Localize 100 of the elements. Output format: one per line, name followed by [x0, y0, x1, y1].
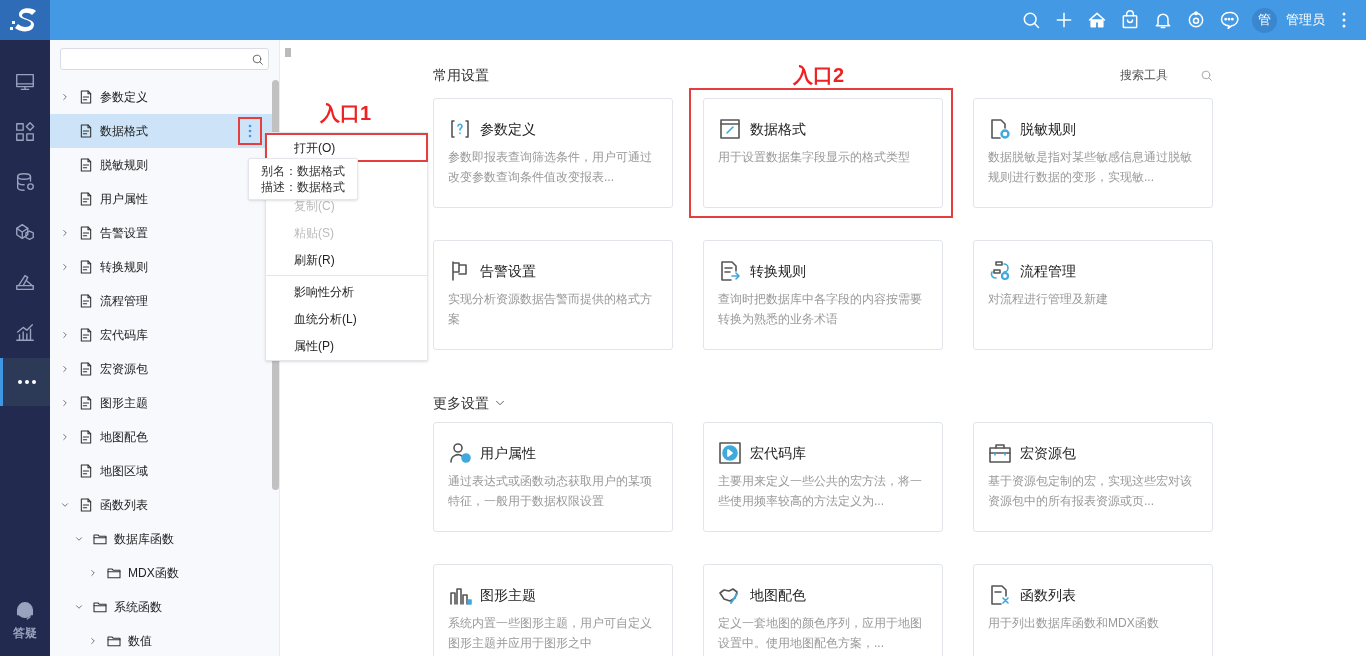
settings-card[interactable]: 用户属性 通过表达式或函数动态获取用户的某项特征，一般用于数据权限设置 [433, 422, 673, 532]
tree-item[interactable]: 数据格式 [50, 114, 272, 148]
card-title: 脱敏规则 [1020, 119, 1076, 139]
card-title: 地图配色 [750, 585, 806, 605]
chevron-down-icon[interactable] [74, 602, 84, 612]
card-title: 参数定义 [480, 119, 536, 139]
menu-item[interactable]: 影响性分析 [266, 278, 427, 305]
card-title: 宏资源包 [1020, 443, 1076, 463]
card-title: 用户属性 [480, 443, 536, 463]
tree-item[interactable]: 用户属性 [50, 182, 230, 216]
orbit-icon[interactable] [1186, 10, 1206, 30]
document-icon [78, 191, 94, 207]
function-document-icon [988, 583, 1012, 607]
tree-item[interactable]: 流程管理 [50, 284, 230, 318]
help-button[interactable]: 答疑 [0, 600, 50, 656]
tree-item[interactable]: 地图配色 [50, 420, 230, 454]
chevron-down-icon[interactable] [60, 500, 70, 510]
chevron-right-icon[interactable] [88, 636, 98, 646]
tree-item[interactable]: 数据库函数 [50, 522, 230, 556]
menu-item[interactable]: 刷新(R) [266, 246, 427, 273]
tooltip-text: 别名：数据格式 [261, 163, 345, 179]
item-more-button[interactable] [240, 119, 260, 143]
chevron-right-icon[interactable] [60, 398, 70, 408]
tree-item[interactable]: 转换规则 [50, 250, 230, 284]
settings-card[interactable]: 地图配色 定义一套地图的颜色序列，应用于地图设置中。使用地图配色方案，... [703, 564, 943, 656]
card-description: 用于列出数据库函数和MDX函数 [988, 615, 1160, 632]
chat-icon[interactable] [1219, 10, 1239, 30]
folder-icon [106, 565, 122, 581]
settings-card[interactable]: 函数列表 用于列出数据库函数和MDX函数 [973, 564, 1213, 656]
tree-item[interactable]: 图形主题 [50, 386, 230, 420]
settings-card[interactable]: 流程管理 对流程进行管理及新建 [973, 240, 1213, 350]
folder-icon [92, 531, 108, 547]
tiles-icon [14, 121, 36, 143]
document-icon [78, 463, 94, 479]
tree-item[interactable]: 告警设置 [50, 216, 230, 250]
chevron-right-icon[interactable] [60, 432, 70, 442]
folder-icon [92, 599, 108, 615]
tooltip-text: 描述：数据格式 [261, 179, 345, 195]
annotation-label: 入口2 [793, 63, 845, 88]
tree-item[interactable]: 函数列表 [50, 488, 230, 522]
settings-card[interactable]: 脱敏规则 数据脱敏是指对某些敏感信息通过脱敏规则进行数据的变形，实现敏... [973, 98, 1213, 208]
menu-item[interactable]: 血统分析(L) [266, 305, 427, 332]
chevron-right-icon[interactable] [88, 568, 98, 578]
tree-item[interactable]: 脱敏规则 [50, 148, 230, 182]
search-field[interactable] [60, 48, 269, 70]
tree-item[interactable]: 参数定义 [50, 80, 230, 114]
home-icon[interactable] [1087, 10, 1107, 30]
toolbox-icon [988, 441, 1012, 465]
tree-item[interactable]: 宏代码库 [50, 318, 230, 352]
chevron-right-icon[interactable] [60, 262, 70, 272]
card-description: 对流程进行管理及新建 [988, 291, 1109, 308]
card-description: 定义一套地图的颜色序列，应用于地图设置中。使用地图配色方案，... [718, 615, 923, 652]
section-title: 常用设置 [433, 65, 489, 85]
bag-icon[interactable] [1120, 10, 1140, 30]
document-icon [78, 361, 94, 377]
document-icon [78, 157, 94, 173]
settings-card[interactable]: 告警设置 实现分析资源数据告警而提供的格式方案 [433, 240, 673, 350]
settings-card[interactable]: 宏代码库 主要用来定义一些公共的宏方法，将一些使用频率较高的方法定义为... [703, 422, 943, 532]
chevron-right-icon[interactable] [60, 228, 70, 238]
monitor-icon [14, 71, 36, 93]
chevron-right-icon[interactable] [60, 364, 70, 374]
tree-item[interactable]: 宏资源包 [50, 352, 230, 386]
tree-item[interactable]: MDX函数 [50, 556, 230, 590]
settings-card[interactable]: 图形主题 系统内置一些图形主题，用户可自定义图形主题并应用于图形之中 [433, 564, 673, 656]
card-description: 实现分析资源数据告警而提供的格式方案 [448, 291, 653, 328]
card-title: 转换规则 [750, 261, 806, 281]
settings-card[interactable]: 数据格式 用于设置数据集字段显示的格式类型 [703, 98, 943, 208]
folder-icon [106, 633, 122, 649]
user-avatar[interactable]: 管 [1252, 7, 1277, 33]
document-icon [78, 225, 94, 241]
tree-item[interactable]: 数值 [50, 624, 230, 656]
search-icon[interactable] [1021, 10, 1041, 30]
splitter-handle[interactable] [285, 48, 291, 57]
plus-icon[interactable] [1054, 10, 1074, 30]
settings-card[interactable]: 宏资源包 基于资源包定制的宏，实现这些宏对该资源包中的所有报表资源或页... [973, 422, 1213, 532]
tree-item[interactable]: 地图区域 [50, 454, 230, 488]
document-icon [78, 429, 94, 445]
card-title: 函数列表 [1020, 585, 1076, 605]
chevron-down-icon[interactable] [74, 534, 84, 544]
settings-card[interactable]: 转换规则 查询时把数据库中各字段的内容按需要转换为熟悉的业务术语 [703, 240, 943, 350]
card-title: 告警设置 [480, 261, 536, 281]
document-icon [78, 395, 94, 411]
menu-item[interactable]: 属性(P) [266, 332, 427, 359]
card-title: 图形主题 [480, 585, 536, 605]
settings-card[interactable]: 参数定义 参数即报表查询筛选条件，用户可通过改变参数查询条件值改变报表... [433, 98, 673, 208]
card-description: 用于设置数据集字段显示的格式类型 [718, 149, 911, 166]
ellipsis-icon [16, 380, 37, 384]
nav-ellipsis-button[interactable] [0, 358, 50, 406]
card-description: 主要用来定义一些公共的宏方法，将一些使用频率较高的方法定义为... [718, 473, 923, 510]
tree-item[interactable]: 系统函数 [50, 590, 230, 624]
card-description: 系统内置一些图形主题，用户可自定义图形主题并应用于图形之中 [448, 615, 653, 652]
annotation-label: 入口1 [320, 101, 372, 126]
chevron-right-icon[interactable] [60, 330, 70, 340]
document-icon [78, 123, 94, 139]
document-arrows-icon [718, 259, 742, 283]
cubes-icon [14, 221, 36, 243]
vertical-dots-icon [1341, 11, 1347, 29]
search-tools-label[interactable]: 搜索工具 [1120, 66, 1168, 84]
card-title: 数据格式 [750, 119, 806, 139]
chevron-right-icon[interactable] [60, 92, 70, 102]
